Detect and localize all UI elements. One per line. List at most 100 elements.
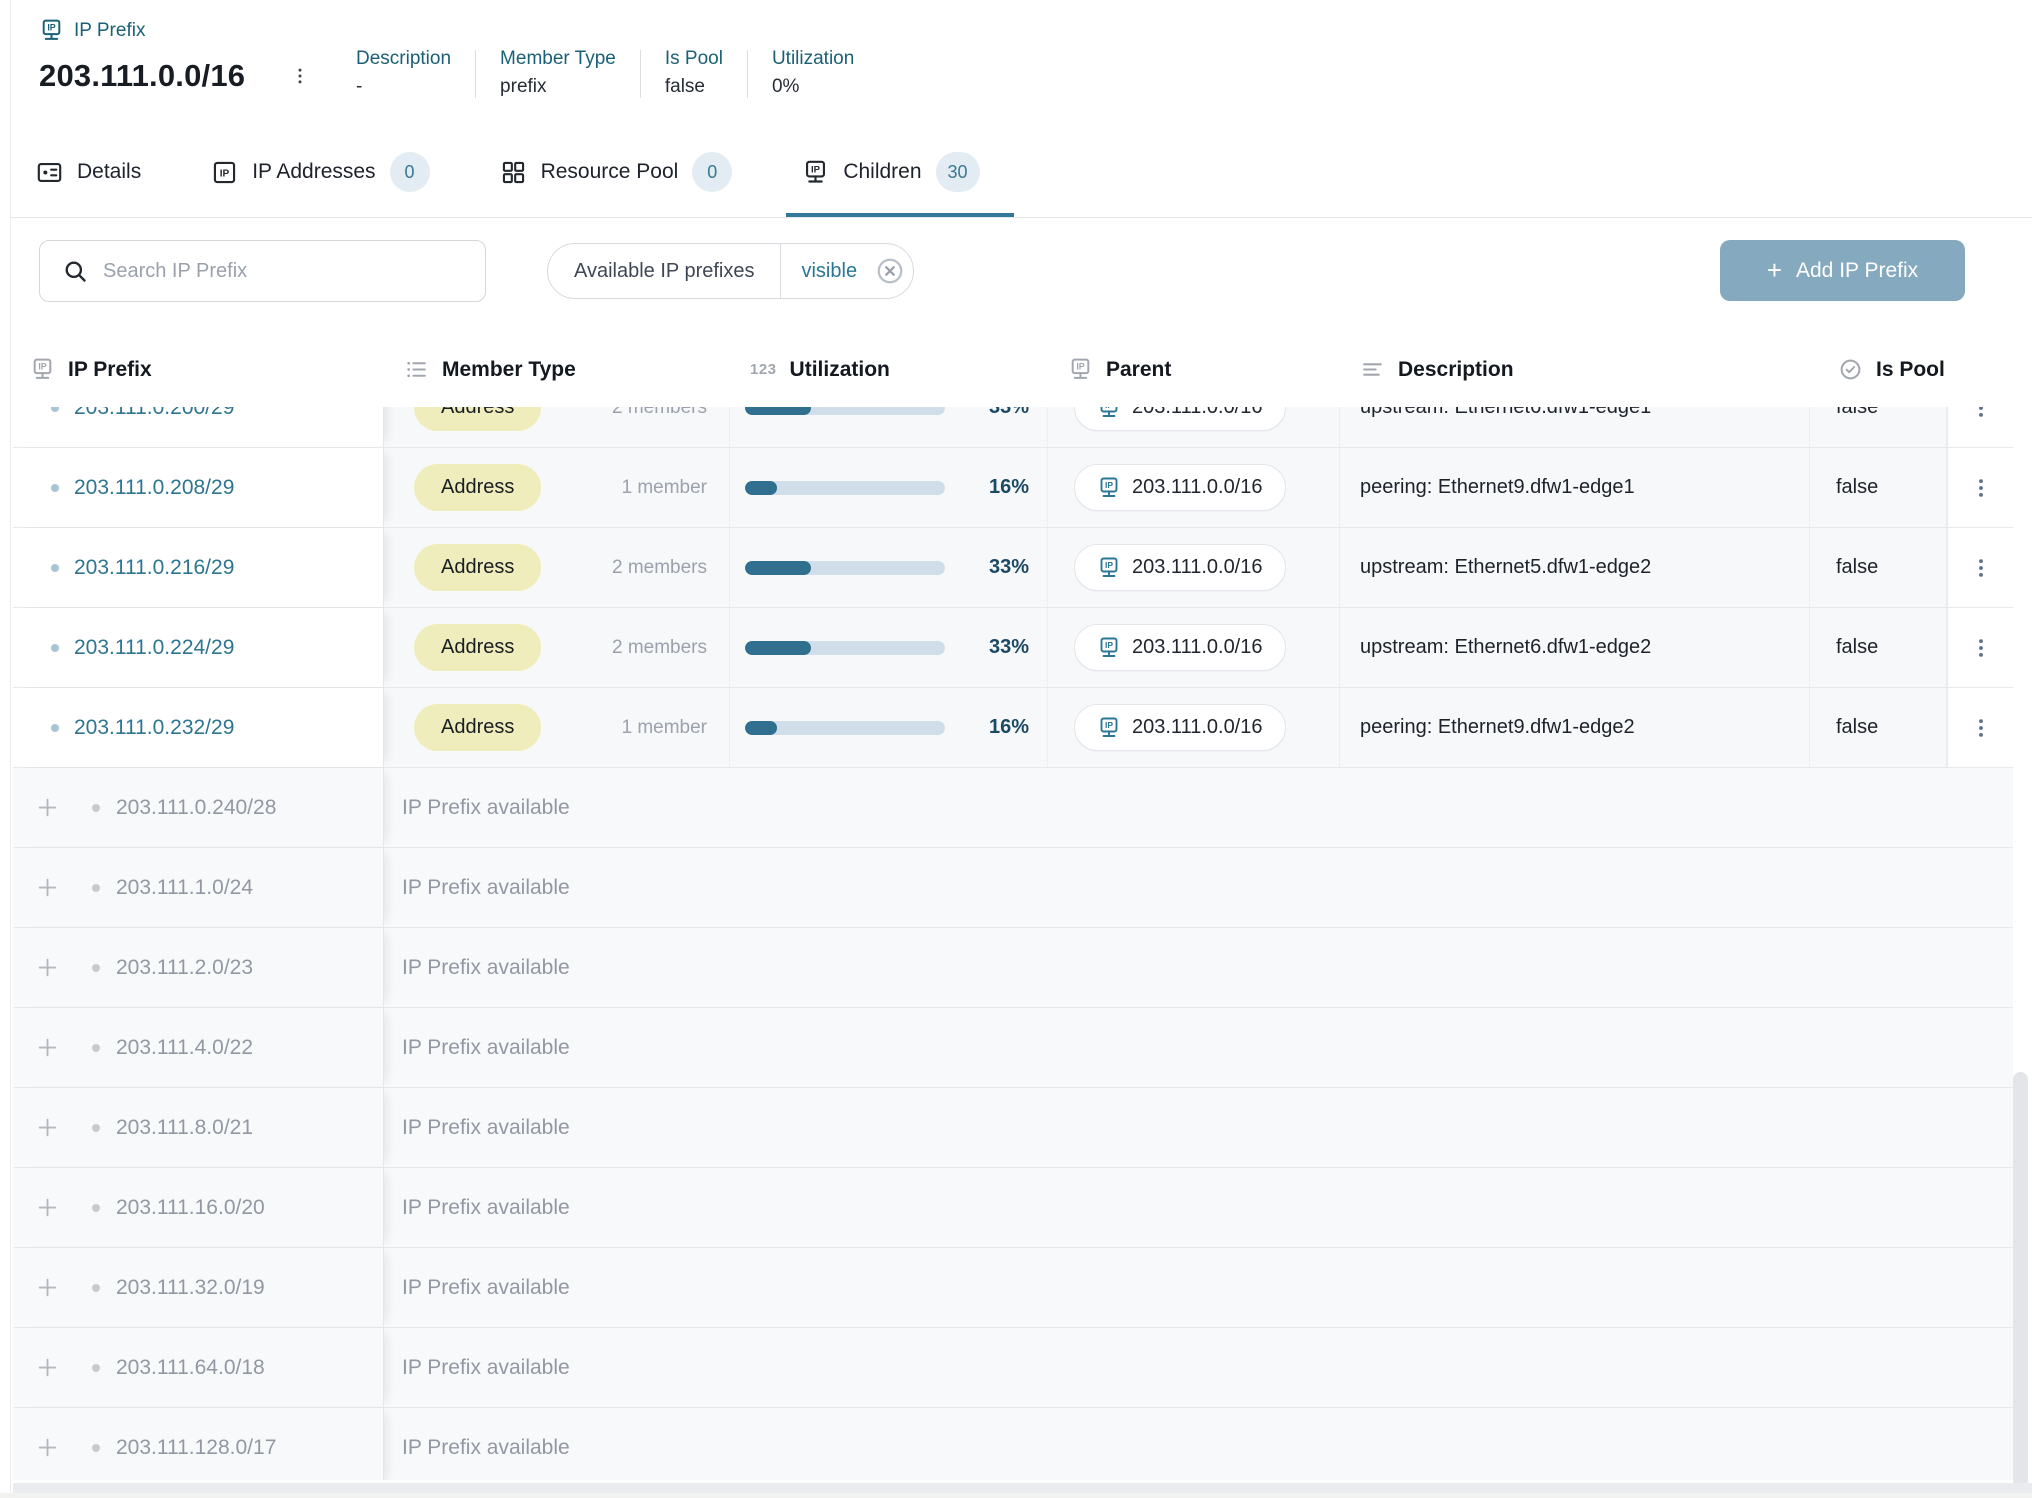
expand-row-button[interactable] xyxy=(35,1355,60,1380)
table-header-row: IP Prefix Member Type 123 Utilization Pa… xyxy=(13,332,2013,407)
ip-network-icon xyxy=(1097,716,1121,740)
member-type-badge: Address xyxy=(414,407,541,431)
available-status-cell: IP Prefix available xyxy=(384,1328,2013,1407)
actions-cell xyxy=(1947,448,2013,527)
prefix-link[interactable]: 203.111.0.208/29 xyxy=(74,476,234,500)
field-label: Utilization xyxy=(772,48,854,70)
ip-prefix-cell: 203.111.128.0/17 xyxy=(13,1408,384,1480)
utilization-cell: 16% xyxy=(730,448,1048,527)
row-actions-button[interactable] xyxy=(1961,468,2001,508)
remove-filter-button[interactable] xyxy=(867,248,913,294)
prefix-link[interactable]: 203.111.0.224/29 xyxy=(74,636,234,660)
column-header-ip-prefix[interactable]: IP Prefix xyxy=(13,332,384,407)
tab-label: Resource Pool xyxy=(541,160,679,184)
is-pool-cell: false xyxy=(1810,528,1947,607)
expand-row-button[interactable] xyxy=(35,955,60,980)
table-row: 203.111.16.0/20IP Prefix available xyxy=(13,1167,2013,1247)
utilization-bar xyxy=(745,721,945,735)
tab-count-badge: 0 xyxy=(692,152,732,192)
expand-row-button[interactable] xyxy=(35,875,60,900)
column-header-utilization[interactable]: 123 Utilization xyxy=(730,332,1048,407)
page-bottom-strip xyxy=(0,1493,2032,1498)
available-status-cell: IP Prefix available xyxy=(384,768,2013,847)
row-actions-button[interactable] xyxy=(1961,407,2001,428)
bullet-dot xyxy=(92,1124,100,1132)
plus-icon xyxy=(35,1115,60,1140)
field-value: false xyxy=(665,76,723,98)
tab-children[interactable]: Children 30 xyxy=(802,126,979,218)
utilization-bar xyxy=(745,641,945,655)
table-row: 203.111.0.224/29Address2 members33%203.1… xyxy=(13,607,2013,687)
utilization-cell: 33% xyxy=(730,407,1048,447)
plus-icon xyxy=(35,1035,60,1060)
available-status-cell: IP Prefix available xyxy=(384,1008,2013,1087)
table-row: 203.111.0.200/29Address2 members33%203.1… xyxy=(13,407,2013,447)
parent-prefix-label: 203.111.0.0/16 xyxy=(1132,636,1263,659)
field-label: Is Pool xyxy=(665,48,723,70)
parent-link[interactable]: 203.111.0.0/16 xyxy=(1074,704,1286,751)
table-row: 203.111.0.240/28IP Prefix available xyxy=(13,767,2013,847)
parent-link[interactable]: 203.111.0.0/16 xyxy=(1074,544,1286,591)
search-input[interactable] xyxy=(103,260,469,283)
tab-details[interactable]: Details xyxy=(36,126,141,218)
title-actions-button[interactable] xyxy=(283,56,317,96)
prefix-link[interactable]: 203.111.0.200/29 xyxy=(74,407,234,420)
column-label: Member Type xyxy=(442,358,576,382)
table-row: 203.111.0.216/29 Address2 members33% 203.1… xyxy=(13,527,2013,607)
utilization-cell: 16% xyxy=(730,688,1048,767)
page-title: 203.111.0.0/16 xyxy=(39,58,245,94)
tab-resource-pool[interactable]: Resource Pool 0 xyxy=(500,126,733,218)
expand-row-button[interactable] xyxy=(35,1035,60,1060)
member-count: 2 members xyxy=(612,557,707,579)
prefix-link[interactable]: 203.111.0.232/29 xyxy=(74,716,234,740)
expand-row-button[interactable] xyxy=(35,1435,60,1460)
horizontal-scrollbar[interactable] xyxy=(13,1483,2032,1493)
utilization-bar xyxy=(745,561,945,575)
column-header-member-type[interactable]: Member Type xyxy=(384,332,730,407)
column-header-actions xyxy=(1947,332,2013,407)
row-actions-button[interactable] xyxy=(1961,628,2001,668)
expand-row-button[interactable] xyxy=(35,795,60,820)
id-card-icon xyxy=(36,159,63,186)
summary-fields: Description - Member Type prefix Is Pool… xyxy=(356,48,854,98)
expand-row-button[interactable] xyxy=(35,1195,60,1220)
tab-ip-addresses[interactable]: IP Addresses 0 xyxy=(211,126,429,218)
vertical-scrollbar-thumb[interactable] xyxy=(2013,1072,2028,1488)
utilization-cell: 33% xyxy=(730,528,1048,607)
table-row: 203.111.0.232/29Address1 member16%203.11… xyxy=(13,687,2013,767)
expand-row-button[interactable] xyxy=(35,1115,60,1140)
tabs-bottom-border xyxy=(10,217,2032,218)
row-actions-button[interactable] xyxy=(1961,708,2001,748)
ip-network-icon xyxy=(39,18,64,43)
table-row: 203.111.128.0/17IP Prefix available xyxy=(13,1407,2013,1480)
text-lines-icon xyxy=(1360,357,1385,382)
parent-link[interactable]: 203.111.0.0/16 xyxy=(1074,407,1286,431)
field-label: Member Type xyxy=(500,48,616,70)
table-row: 203.111.2.0/23IP Prefix available xyxy=(13,927,2013,1007)
column-header-is-pool[interactable]: Is Pool xyxy=(1810,332,1947,407)
utilization-bar-fill xyxy=(745,561,811,575)
ip-prefix-cell: 203.111.0.208/29 xyxy=(13,448,384,527)
parent-link[interactable]: 203.111.0.0/16 xyxy=(1074,464,1286,511)
add-ip-prefix-button[interactable]: + Add IP Prefix xyxy=(1720,240,1965,301)
field-value: prefix xyxy=(500,76,616,98)
available-prefix-label: 203.111.2.0/23 xyxy=(116,956,253,980)
table-body: 203.111.0.200/29Address2 members33%203.1… xyxy=(13,407,2013,1480)
available-prefix-label: 203.111.4.0/22 xyxy=(116,1036,253,1060)
prefix-link[interactable]: 203.111.0.216/29 xyxy=(74,556,234,580)
column-header-parent[interactable]: Parent xyxy=(1048,332,1340,407)
tab-label: IP Addresses xyxy=(252,160,375,184)
column-header-description[interactable]: Description xyxy=(1340,332,1810,407)
filter-chip-value: visible xyxy=(781,260,867,283)
list-icon xyxy=(404,357,429,382)
bullet-dot xyxy=(51,407,59,412)
parent-cell: 203.111.0.0/16 xyxy=(1048,688,1340,767)
description-cell: upstream: Ethernet6.dfw1-edge1 xyxy=(1340,407,1810,447)
row-actions-button[interactable] xyxy=(1961,548,2001,588)
expand-row-button[interactable] xyxy=(35,1275,60,1300)
member-type-cell: Address2 members xyxy=(384,528,730,607)
description-cell: peering: Ethernet9.dfw1-edge2 xyxy=(1340,688,1810,767)
breadcrumb[interactable]: IP Prefix xyxy=(39,18,145,43)
parent-link[interactable]: 203.111.0.0/16 xyxy=(1074,624,1286,671)
bullet-dot xyxy=(92,884,100,892)
